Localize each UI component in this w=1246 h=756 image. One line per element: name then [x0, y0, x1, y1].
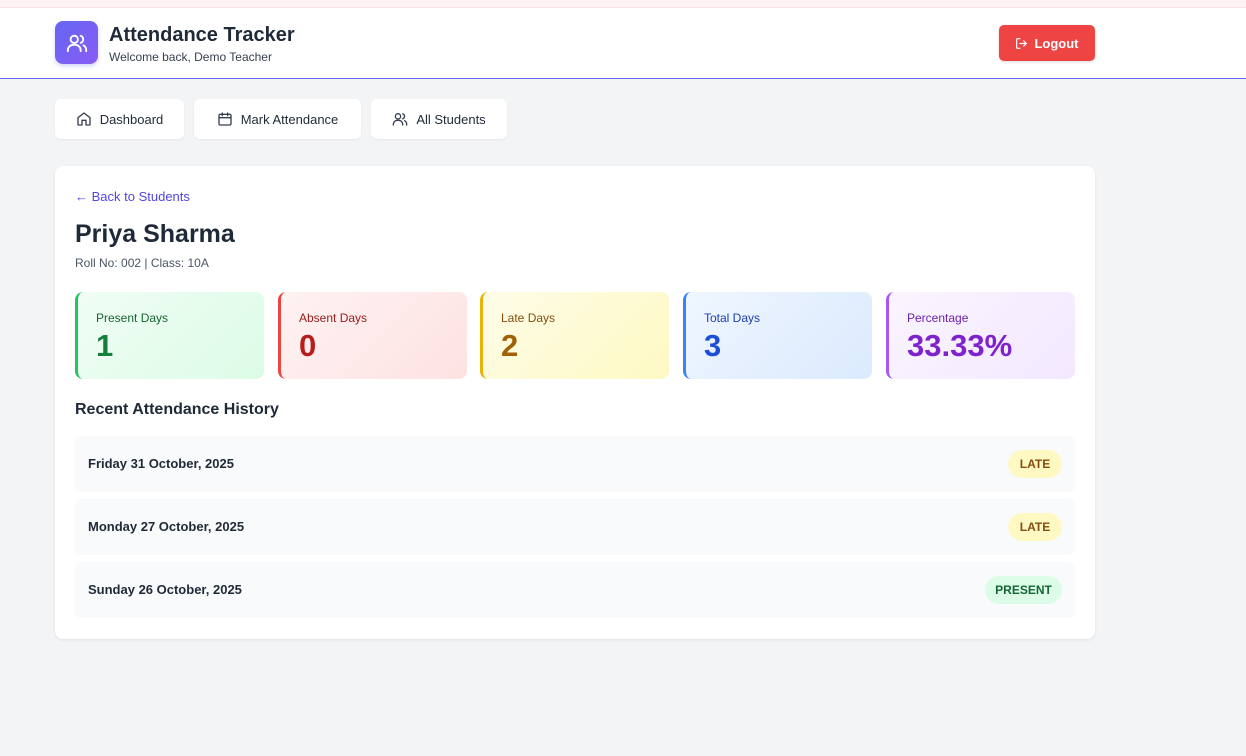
stat-present: Present Days 1: [75, 292, 264, 379]
history-row: Monday 27 October, 2025 LATE: [75, 499, 1075, 555]
stat-absent: Absent Days 0: [278, 292, 467, 379]
app-title: Attendance Tracker: [109, 24, 295, 46]
home-icon: [77, 112, 91, 126]
stat-percentage-label: Percentage: [907, 311, 969, 325]
status-badge: LATE: [1008, 450, 1062, 478]
nav-mark-attendance[interactable]: Mark Attendance: [194, 99, 361, 139]
nav-mark-attendance-label: Mark Attendance: [240, 111, 339, 127]
stat-total-label: Total Days: [704, 311, 761, 325]
history-date: Monday 27 October, 2025: [88, 519, 245, 534]
back-to-students-link[interactable]: ← Back to Students: [75, 189, 190, 204]
stat-present-value: 1: [96, 328, 114, 363]
logout-icon: [1016, 37, 1028, 49]
nav-dashboard-label: Dashboard: [99, 111, 164, 127]
app-logo: [55, 21, 98, 64]
app-header: Attendance Tracker Welcome back, Demo Te…: [0, 8, 1246, 79]
nav-dashboard[interactable]: Dashboard: [55, 99, 184, 139]
nav-all-students[interactable]: All Students: [371, 99, 507, 139]
users-icon: [392, 113, 408, 126]
stat-percentage-value: 33.33%: [907, 328, 1013, 363]
history-row: Sunday 26 October, 2025 PRESENT: [75, 562, 1075, 618]
logout-label: Logout: [1034, 35, 1079, 51]
welcome-text: Welcome back, Demo Teacher: [109, 50, 272, 64]
history-title: Recent Attendance History: [75, 401, 279, 418]
history-date: Sunday 26 October, 2025: [88, 582, 242, 597]
stat-absent-label: Absent Days: [299, 311, 368, 325]
stat-percentage: Percentage 33.33%: [886, 292, 1075, 379]
stat-late-value: 2: [501, 328, 519, 363]
student-name: Priya Sharma: [75, 220, 235, 248]
history-row: Friday 31 October, 2025 LATE: [75, 436, 1075, 492]
history-date: Friday 31 October, 2025: [88, 456, 234, 471]
stat-absent-value: 0: [299, 328, 317, 363]
stat-total: Total Days 3: [683, 292, 872, 379]
stat-late-label: Late Days: [501, 311, 556, 325]
top-strip: [0, 0, 1246, 8]
stat-late: Late Days 2: [480, 292, 669, 379]
student-meta: Roll No: 002 | Class: 10A: [75, 256, 209, 270]
logout-button[interactable]: Logout: [999, 25, 1095, 61]
calendar-icon: [218, 112, 232, 126]
nav-all-students-label: All Students: [416, 111, 486, 127]
status-badge: LATE: [1008, 513, 1062, 541]
stat-total-value: 3: [704, 328, 722, 363]
status-badge: PRESENT: [985, 576, 1062, 604]
stat-present-label: Present Days: [96, 311, 169, 325]
student-detail-card: ← Back to Students Priya Sharma Roll No:…: [55, 166, 1095, 639]
users-icon: [66, 34, 87, 52]
